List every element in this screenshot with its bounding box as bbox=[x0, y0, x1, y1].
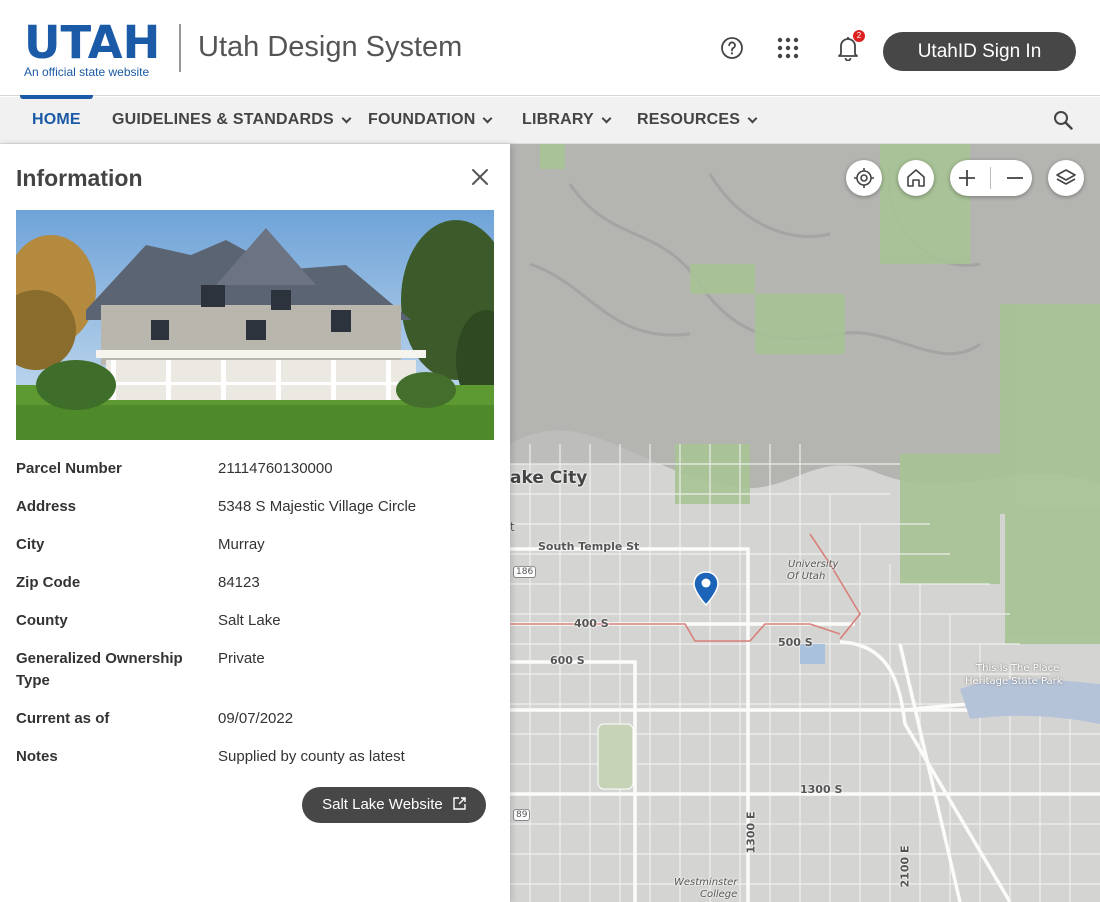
zoom-in-icon[interactable] bbox=[956, 167, 978, 189]
field-label: Zip Code bbox=[16, 574, 81, 591]
nav-library-label: LIBRARY bbox=[522, 111, 594, 128]
field-label-line2: Type bbox=[16, 672, 50, 689]
home-icon bbox=[907, 169, 925, 187]
zoom-controls bbox=[950, 160, 1032, 196]
layers-icon bbox=[1056, 169, 1076, 185]
information-panel: Information Parcel Number 21114760130000… bbox=[0, 144, 510, 902]
map-label-university-2: Of Utah bbox=[787, 571, 826, 582]
nav-guidelines-standards[interactable]: GUIDELINES & STANDARDS bbox=[112, 111, 352, 129]
utah-logo[interactable]: UTAH An official state website bbox=[24, 16, 161, 79]
chevron-down-icon bbox=[483, 113, 493, 123]
field-label: Address bbox=[16, 498, 77, 515]
property-photo bbox=[16, 210, 494, 440]
site-title[interactable]: Utah Design System bbox=[198, 31, 462, 64]
field-value: Salt Lake bbox=[218, 612, 281, 629]
zoom-divider bbox=[990, 167, 992, 189]
nav-resources[interactable]: RESOURCES bbox=[637, 111, 758, 129]
search-icon[interactable] bbox=[1053, 110, 1073, 135]
help-icon[interactable] bbox=[718, 34, 746, 62]
field-label-line1: Generalized Ownership bbox=[16, 650, 183, 667]
notifications-bell-icon[interactable]: 2 bbox=[834, 30, 865, 62]
nav-library[interactable]: LIBRARY bbox=[522, 111, 612, 129]
map-label-park: This Is The Place bbox=[976, 663, 1060, 674]
panel-title: Information bbox=[16, 165, 143, 191]
field-value: Private bbox=[218, 650, 265, 667]
field-value: 5348 S Majestic Village Circle bbox=[218, 498, 417, 515]
field-label: Notes bbox=[16, 748, 58, 765]
field-value: Murray bbox=[218, 536, 265, 553]
county-website-button[interactable]: Salt Lake Website bbox=[302, 787, 486, 823]
map-label-westminster: Westminster bbox=[674, 877, 738, 888]
logo-wordmark: UTAH bbox=[24, 16, 161, 69]
map-label-400s: 400 S bbox=[574, 617, 609, 630]
field-value: Supplied by county as latest bbox=[218, 748, 405, 765]
nav-foundation[interactable]: FOUNDATION bbox=[368, 111, 493, 129]
map-label-hwy-186: 186 bbox=[513, 566, 537, 578]
map-label-1300s: 1300 S bbox=[800, 783, 843, 796]
home-extent-button[interactable] bbox=[898, 160, 934, 196]
site-header: UTAH An official state website Utah Desi… bbox=[0, 0, 1100, 96]
field-label: Generalized Ownership Type bbox=[16, 648, 196, 692]
map-label-city: ake City bbox=[510, 468, 588, 488]
map-label-westminster-2: College bbox=[700, 889, 738, 900]
active-nav-indicator bbox=[20, 95, 93, 99]
layers-button[interactable] bbox=[1048, 160, 1084, 196]
nav-resources-label: RESOURCES bbox=[637, 111, 741, 128]
map-label-1300e: 1300 E bbox=[744, 811, 758, 854]
map-label-600s: 600 S bbox=[550, 654, 585, 667]
external-link-icon bbox=[453, 797, 466, 810]
close-icon[interactable] bbox=[469, 166, 491, 188]
map-view[interactable]: ake City t South Temple St 400 S 500 S 6… bbox=[510, 144, 1100, 902]
nav-foundation-label: FOUNDATION bbox=[368, 111, 476, 128]
field-label: City bbox=[16, 536, 45, 553]
notification-badge: 2 bbox=[853, 30, 865, 42]
chevron-down-icon bbox=[601, 113, 612, 123]
apps-grid-icon[interactable] bbox=[774, 34, 802, 62]
main-nav: HOME GUIDELINES & STANDARDS FOUNDATION L… bbox=[0, 95, 1100, 144]
field-value: 09/07/2022 bbox=[218, 710, 294, 727]
map-label-university: University bbox=[788, 559, 839, 570]
map-label-park-2: Heritage State Park bbox=[965, 676, 1063, 687]
field-value: 21114760130000 bbox=[218, 460, 333, 477]
field-value: 84123 bbox=[218, 574, 260, 591]
logo-tagline: An official state website bbox=[24, 65, 150, 79]
chevron-down-icon bbox=[341, 113, 352, 123]
field-label: Current as of bbox=[16, 710, 110, 727]
zoom-out-icon[interactable] bbox=[1004, 167, 1026, 189]
field-label: County bbox=[16, 612, 68, 629]
crosshair-icon bbox=[854, 168, 874, 188]
field-label: Parcel Number bbox=[16, 460, 122, 477]
nav-home-label: HOME bbox=[32, 111, 81, 128]
logo-divider bbox=[179, 24, 181, 72]
county-website-label: Salt Lake Website bbox=[322, 796, 443, 813]
map-label-st: t bbox=[510, 520, 515, 534]
nav-home[interactable]: HOME bbox=[32, 111, 81, 129]
nav-guidelines-label: GUIDELINES & STANDARDS bbox=[112, 111, 334, 128]
map-label-2100e: 2100 E bbox=[898, 845, 912, 888]
map-label-south-temple: South Temple St bbox=[538, 540, 640, 553]
location-marker-icon[interactable] bbox=[692, 571, 720, 612]
chevron-down-icon bbox=[747, 113, 758, 123]
map-label-500s: 500 S bbox=[778, 636, 813, 649]
signin-button[interactable]: UtahID Sign In bbox=[883, 32, 1076, 71]
locate-me-button[interactable] bbox=[846, 160, 882, 196]
map-label-hwy-89: 89 bbox=[513, 809, 531, 821]
